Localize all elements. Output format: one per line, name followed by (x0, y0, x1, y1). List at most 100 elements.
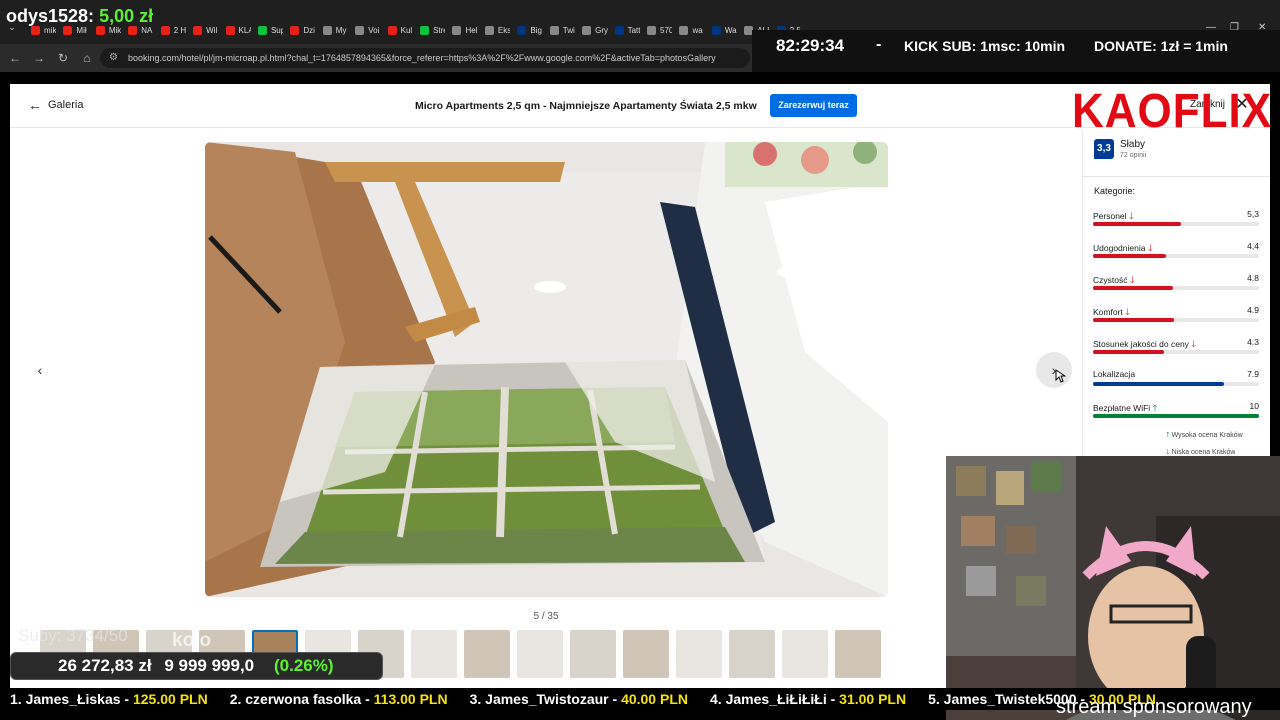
home-icon[interactable]: ⌂ (78, 49, 96, 67)
category-bar (1093, 350, 1259, 354)
tab-favicon-icon (679, 25, 689, 35)
browser-tab[interactable]: Big (512, 22, 542, 38)
tab-favicon-icon (420, 25, 430, 35)
category-value: 4.3 (1247, 337, 1259, 347)
review-count: 72 opinii (1120, 152, 1147, 159)
tab-label: Wa (724, 25, 737, 35)
browser-tab[interactable]: Sup (253, 22, 283, 38)
review-category: Personel 🡓 5,3 (1093, 209, 1259, 233)
review-score-badge: 3,3 (1094, 139, 1114, 159)
goal-percent: (0.26%) (274, 656, 334, 675)
webcam-feed (946, 456, 1280, 720)
browser-tab[interactable]: Wa (707, 22, 737, 38)
reserve-button[interactable]: Zarezerwuj teraz (770, 94, 857, 117)
stream-timer: 82:29:34 (776, 36, 845, 55)
category-bar (1093, 318, 1259, 322)
browser-tab[interactable]: 2 H (156, 22, 186, 38)
browser-tab[interactable]: My (318, 22, 348, 38)
category-value: 4.9 (1247, 305, 1259, 315)
arrow-down-icon: 🡓 (1122, 307, 1130, 317)
browser-tab[interactable]: Dzi (285, 22, 315, 38)
ticker-amount: 113.00 PLN (373, 691, 448, 707)
mouse-cursor-icon (1055, 369, 1066, 383)
ticker-name: 1. James_Łiskas - (10, 691, 133, 707)
browser-tab[interactable]: Stre (415, 22, 445, 38)
tab-favicon-icon (355, 25, 365, 35)
category-bar (1093, 254, 1259, 258)
browser-tab[interactable]: KLA (221, 22, 251, 38)
ticker-name: 2. czerwona fasolka - (229, 691, 374, 707)
tab-label: Voi (368, 25, 380, 35)
category-name: Lokalizacja (1093, 369, 1135, 379)
wheel-label: koło (172, 630, 212, 651)
category-value: 10 (1249, 401, 1259, 411)
tab-favicon-icon (647, 25, 657, 35)
photo-thumbnail[interactable] (835, 630, 881, 678)
review-category: Udogodnienia 🡓 4,4 (1093, 241, 1259, 265)
tab-favicon-icon (484, 25, 494, 35)
browser-tab[interactable]: Gry (577, 22, 608, 38)
high-rating-note: 🡑 Wysoka ocena Kraków (1166, 431, 1243, 442)
tab-favicon-icon (582, 25, 592, 35)
tab-label: Big (530, 25, 542, 35)
browser-tab[interactable]: Tatt (610, 22, 640, 38)
ticker-name: 4. James_ŁiŁiŁiŁi - (710, 691, 840, 707)
browser-tab[interactable]: 570 (642, 22, 672, 38)
tab-label: Tatt (627, 25, 641, 35)
hotel-title: Micro Apartments 2,5 qm - Najmniejsze Ap… (415, 100, 757, 112)
category-bar-fill (1093, 254, 1167, 258)
forward-nav-icon[interactable]: → (30, 49, 48, 67)
browser-tab[interactable]: Voi (350, 22, 380, 38)
tab-favicon-icon (257, 25, 267, 35)
previous-photo-icon[interactable]: ‹ (30, 360, 50, 380)
browser-tab[interactable]: Hel (447, 22, 478, 38)
category-label: Udogodnienia (1093, 243, 1146, 253)
arrow-left-icon: ← (28, 97, 42, 113)
photo-thumbnail[interactable] (411, 630, 457, 678)
tab-label: Sup (270, 25, 284, 35)
tab-label: My (335, 25, 347, 35)
category-value: 4,4 (1247, 241, 1259, 251)
category-value: 7.9 (1247, 369, 1259, 379)
goal-target: 9 999 999,0 (164, 656, 255, 675)
ticker-amount: 125.00 PLN (132, 691, 208, 707)
low-rating-note-text: Niska ocena Kraków (1171, 449, 1236, 456)
browser-tab[interactable]: Kul (383, 22, 413, 38)
gallery-photo (205, 142, 888, 597)
photo-thumbnail[interactable] (729, 630, 775, 678)
category-value: 4.8 (1247, 273, 1259, 283)
photo-thumbnail[interactable] (464, 630, 510, 678)
category-bar (1093, 414, 1259, 418)
category-label: Czystość (1093, 275, 1128, 285)
tab-favicon-icon (517, 25, 527, 35)
back-to-gallery-button[interactable]: ← Galeria (28, 97, 83, 113)
site-info-icon[interactable]: ⚙ (109, 48, 118, 68)
photo-thumbnail[interactable] (676, 630, 722, 678)
photo-thumbnail[interactable] (782, 630, 828, 678)
low-rating-note: 🡓 Niska ocena Kraków (1166, 448, 1235, 456)
tab-label: Dzi (303, 25, 315, 35)
tab-label: Eks (497, 25, 511, 35)
photo-thumbnail[interactable] (517, 630, 563, 678)
browser-tab[interactable]: Twi (545, 22, 575, 38)
review-category: Komfort 🡓 4.9 (1093, 305, 1259, 329)
category-bar-fill (1093, 286, 1173, 290)
tab-favicon-icon (711, 25, 721, 35)
top-donor-overlay: odys1528: 5,00 zł (6, 6, 153, 27)
browser-tab[interactable]: Eks (480, 22, 510, 38)
category-label: Bezpłatne WiFi (1093, 403, 1151, 413)
tab-favicon-icon (387, 25, 397, 35)
reload-icon[interactable]: ↻ (54, 49, 72, 67)
high-rating-note-text: Wysoka ocena Kraków (1171, 432, 1243, 439)
back-nav-icon[interactable]: ← (6, 49, 24, 67)
arrow-down-icon: 🡓 (1145, 243, 1153, 253)
ticker-entry: 3. James_Twistozaur - 40.00 PLN (470, 691, 688, 707)
url-field[interactable]: ⚙ booking.com/hotel/pl/jm-microap.pl.htm… (100, 48, 750, 68)
category-bar-fill (1093, 318, 1175, 322)
tab-favicon-icon (290, 25, 300, 35)
browser-tab[interactable]: Wil (188, 22, 218, 38)
photo-thumbnail[interactable] (570, 630, 616, 678)
category-bar-fill (1093, 222, 1181, 226)
browser-tab[interactable]: wa (674, 22, 704, 38)
photo-thumbnail[interactable] (623, 630, 669, 678)
